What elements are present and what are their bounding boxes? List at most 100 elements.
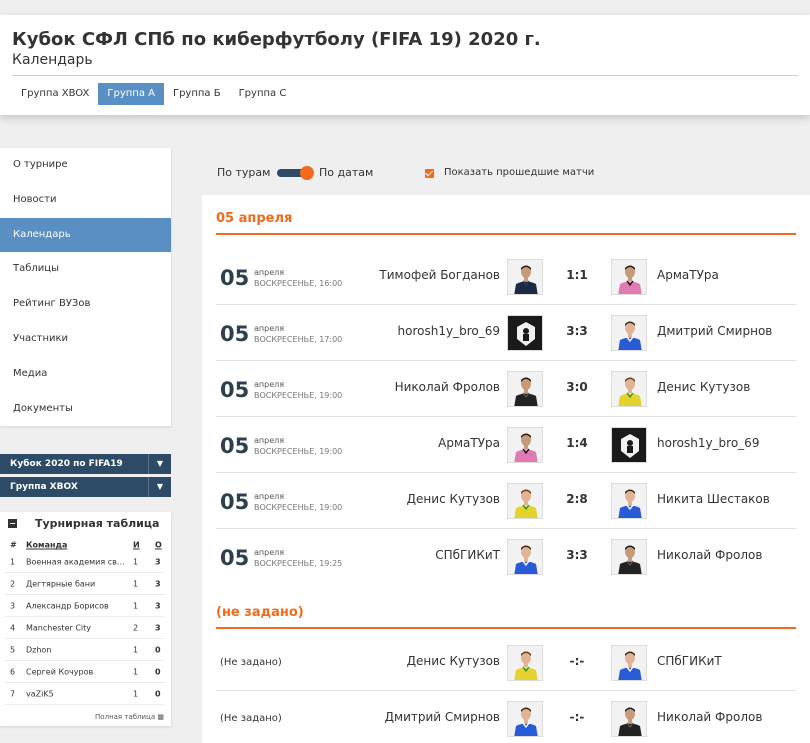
home-player-name[interactable]: СПбГИКиТ [435, 548, 500, 562]
by-rounds-label[interactable]: По турам [217, 166, 270, 179]
row-team[interactable]: Сергей Кочуров [26, 667, 126, 676]
collapse-icon[interactable]: − [8, 519, 17, 528]
tournament-select-value: Кубок 2020 по FIFA19 [10, 459, 123, 469]
col-points-header[interactable]: О [155, 541, 162, 550]
row-team[interactable]: Александр Борисов [26, 601, 126, 610]
caret-down-icon: ▼ [148, 477, 171, 497]
match-score[interactable]: 3:3 [559, 548, 595, 562]
matches-panel: 05 апреля 05 апреля ВОСКРЕСЕНЬЕ, 16:00 Тимоф… [202, 195, 810, 743]
tab-group-xbox[interactable]: Группа XBOX [12, 83, 98, 105]
tab-group-a[interactable]: Группа А [98, 83, 164, 105]
home-player-name[interactable]: Денис Кутузов [407, 654, 500, 668]
away-player-avatar[interactable] [611, 427, 647, 463]
tab-group-c[interactable]: Группа С [230, 83, 296, 105]
view-mode-toggle[interactable] [277, 166, 314, 180]
match-row[interactable]: 05 апреля ВОСКРЕСЕНЬЕ, 19:25 СПбГИКиТ 3:3 Ник… [216, 529, 796, 585]
away-player-avatar[interactable] [611, 315, 647, 351]
match-row[interactable]: 05 апреля ВОСКРЕСЕНЬЕ, 19:00 Николай Фролов… [216, 361, 796, 417]
tournament-select[interactable]: Кубок 2020 по FIFA19 ▼ [0, 454, 171, 474]
home-player-name[interactable]: Дмитрий Смирнов [385, 710, 500, 724]
away-player-avatar[interactable] [611, 371, 647, 407]
away-player-name[interactable]: АрмаТУра [657, 268, 719, 282]
home-player-avatar[interactable] [507, 315, 543, 351]
away-player-avatar[interactable] [611, 483, 647, 519]
row-team[interactable]: Manchester City [26, 623, 126, 632]
sidebar-item-about[interactable]: О турнире [0, 148, 171, 183]
away-player-avatar[interactable] [611, 701, 647, 737]
sidebar-item-calendar[interactable]: Календарь [0, 217, 171, 253]
away-player-name[interactable]: Никита Шестаков [657, 492, 770, 506]
match-row[interactable]: (Не задано) Денис Кутузов -:- СПбГИКиТ [216, 635, 796, 691]
home-player-avatar[interactable] [507, 483, 543, 519]
match-month: апреля [254, 324, 285, 333]
sidebar-item-university-rating[interactable]: Рейтинг ВУЗов [0, 287, 171, 322]
table-row: 1 Военная академия связи 1 3 [5, 551, 165, 573]
away-player-name[interactable]: Денис Кутузов [657, 380, 750, 394]
sidebar-item-documents[interactable]: Документы [0, 392, 171, 427]
away-player-name[interactable]: Николай Фролов [657, 548, 762, 562]
home-player-avatar[interactable] [507, 259, 543, 295]
match-score[interactable]: 1:4 [559, 436, 595, 450]
away-player-name[interactable]: Дмитрий Смирнов [657, 324, 772, 338]
match-time: ВОСКРЕСЕНЬЕ, 17:00 [254, 335, 343, 344]
home-player-name[interactable]: АрмаТУра [438, 436, 500, 450]
table-row: 4 Manchester City 2 3 [5, 617, 165, 639]
match-day: 05 [220, 490, 250, 514]
row-team[interactable]: Дегтярные бани [26, 579, 126, 588]
away-player-name[interactable]: СПбГИКиТ [657, 654, 722, 668]
sidebar-item-news[interactable]: Новости [0, 183, 171, 218]
match-month: апреля [254, 436, 285, 445]
match-row[interactable]: 05 апреля ВОСКРЕСЕНЬЕ, 19:00 АрмаТУра 1:4 hor… [216, 417, 796, 473]
home-player-name[interactable]: Денис Кутузов [407, 492, 500, 506]
full-table-link[interactable]: Полная таблица ▦ [95, 713, 164, 721]
group-tabs: Группа XBOX Группа А Группа Б Группа С [12, 83, 295, 105]
home-player-name[interactable]: Николай Фролов [395, 380, 500, 394]
away-player-name[interactable]: horosh1y_bro_69 [657, 436, 759, 450]
match-row[interactable]: 05 апреля ВОСКРЕСЕНЬЕ, 19:00 Денис Кутузов 2… [216, 473, 796, 529]
row-played: 1 [133, 557, 139, 566]
col-num-header: # [10, 540, 17, 550]
standings-header[interactable]: − Турнирная таблица [8, 517, 159, 530]
home-player-name[interactable]: Тимофей Богданов [379, 268, 500, 282]
match-score[interactable]: 1:1 [559, 268, 595, 282]
match-time: ВОСКРЕСЕНЬЕ, 19:00 [254, 391, 343, 400]
match-score[interactable]: 3:0 [559, 380, 595, 394]
by-dates-label[interactable]: По датам [319, 166, 373, 179]
show-past-label[interactable]: Показать прошедшие матчи [444, 167, 594, 178]
match-score[interactable]: -:- [559, 654, 595, 668]
match-row[interactable]: 05 апреля ВОСКРЕСЕНЬЕ, 16:00 Тимофей Богдан… [216, 249, 796, 305]
away-player-avatar[interactable] [611, 539, 647, 575]
sidebar-item-tables[interactable]: Таблицы [0, 252, 171, 287]
home-player-avatar[interactable] [507, 539, 543, 575]
match-row[interactable]: 05 апреля ВОСКРЕСЕНЬЕ, 17:00 horosh1y_bro_6… [216, 305, 796, 361]
col-team-header[interactable]: Команда [26, 541, 126, 550]
row-points: 3 [155, 579, 161, 588]
match-score[interactable]: 2:8 [559, 492, 595, 506]
home-player-avatar[interactable] [507, 645, 543, 681]
away-player-name[interactable]: Николай Фролов [657, 710, 762, 724]
row-num: 5 [10, 645, 16, 654]
group-select-value: Группа XBOX [10, 482, 78, 492]
row-team[interactable]: Dzhon [26, 645, 126, 654]
table-icon: ▦ [157, 713, 164, 721]
row-team[interactable]: Военная академия связи [26, 557, 126, 566]
home-player-name[interactable]: horosh1y_bro_69 [398, 324, 500, 338]
away-player-avatar[interactable] [611, 259, 647, 295]
row-played: 1 [133, 689, 139, 698]
tab-group-b[interactable]: Группа Б [164, 83, 230, 105]
group-select[interactable]: Группа XBOX ▼ [0, 477, 171, 497]
sidebar-item-media[interactable]: Медиа [0, 357, 171, 392]
show-past-checkbox[interactable] [425, 169, 434, 178]
full-table-label: Полная таблица [95, 713, 156, 721]
match-score[interactable]: 3:3 [559, 324, 595, 338]
home-player-avatar[interactable] [507, 371, 543, 407]
away-player-avatar[interactable] [611, 645, 647, 681]
home-player-avatar[interactable] [507, 427, 543, 463]
match-time: ВОСКРЕСЕНЬЕ, 16:00 [254, 279, 343, 288]
match-score[interactable]: -:- [559, 710, 595, 724]
col-played-header[interactable]: И [133, 541, 140, 550]
sidebar-item-participants[interactable]: Участники [0, 322, 171, 357]
match-row[interactable]: (Не задано) Дмитрий Смирнов -:- Николай Фро… [216, 691, 796, 743]
row-team[interactable]: vaZiK5 [26, 689, 126, 698]
home-player-avatar[interactable] [507, 701, 543, 737]
